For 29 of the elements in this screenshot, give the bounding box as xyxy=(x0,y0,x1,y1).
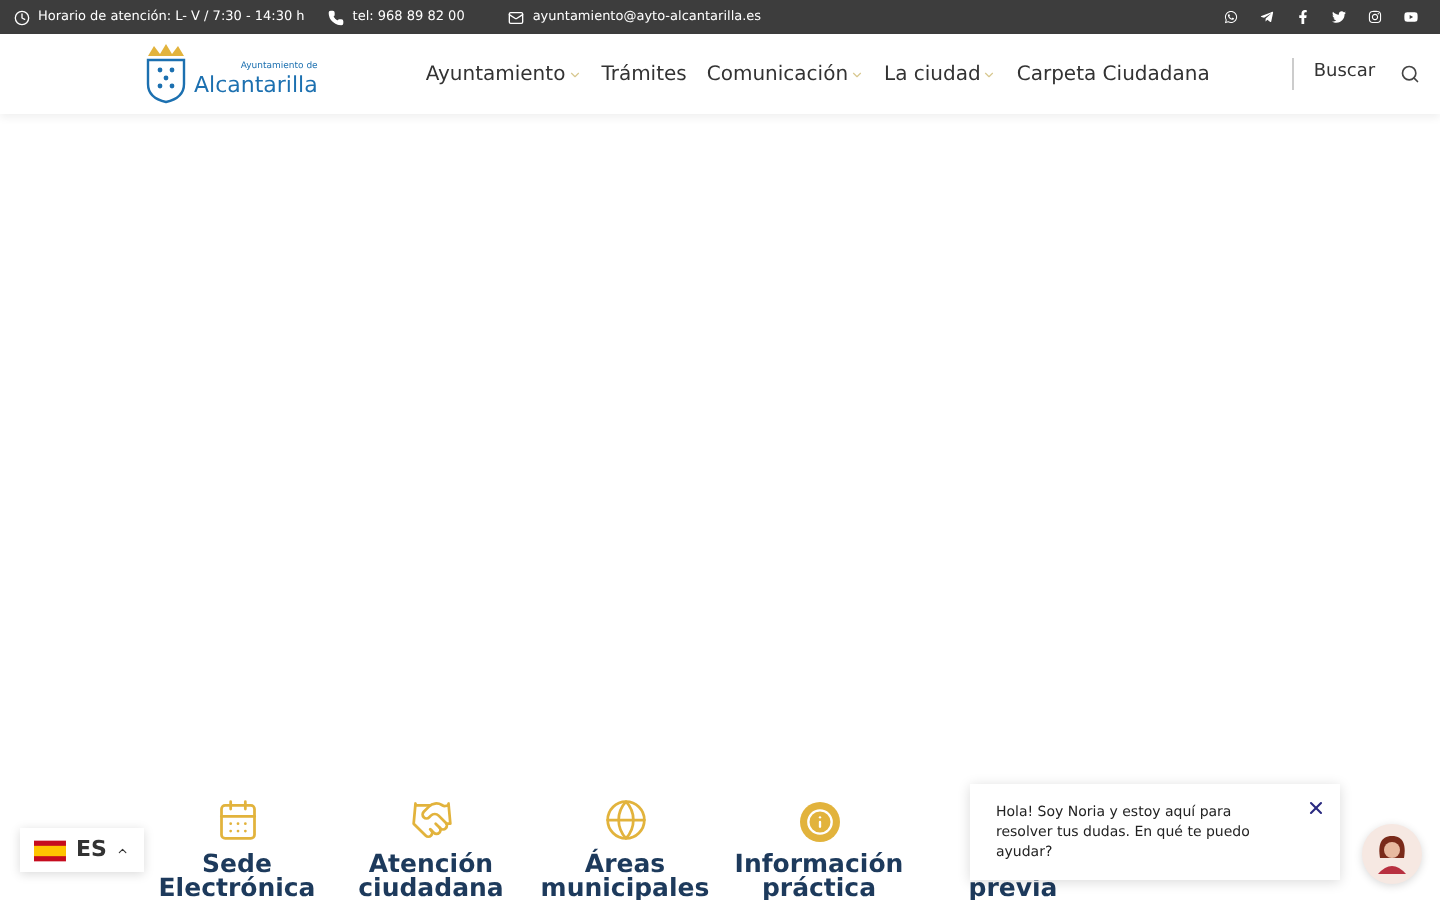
mail-icon xyxy=(508,9,525,25)
nav-link[interactable]: Trámites xyxy=(601,59,687,89)
nav-link[interactable]: Comunicación xyxy=(706,59,849,89)
search-label[interactable]: Buscar xyxy=(1313,60,1376,88)
crest-icon xyxy=(144,44,188,104)
calendar-icon xyxy=(215,798,259,842)
instagram-icon[interactable] xyxy=(1368,10,1382,24)
info-icon xyxy=(799,802,839,842)
twitter-icon[interactable] xyxy=(1332,10,1346,24)
globe-icon xyxy=(603,798,647,842)
facebook-icon[interactable] xyxy=(1296,10,1310,24)
youtube-icon[interactable] xyxy=(1404,10,1418,24)
language-selector[interactable]: ES xyxy=(20,828,144,872)
nav-link[interactable]: Carpeta Ciudadana xyxy=(1016,59,1210,89)
telegram-icon[interactable] xyxy=(1260,10,1274,24)
chat-avatar[interactable] xyxy=(1362,824,1422,884)
whatsapp-icon[interactable] xyxy=(1224,10,1238,24)
logo-title: Alcantarilla xyxy=(194,73,318,96)
nav-link[interactable]: Ayuntamiento xyxy=(425,59,566,89)
nav-link[interactable]: La ciudad xyxy=(884,59,981,89)
quick-link[interactable]: Atención ciudadana xyxy=(358,852,504,900)
clock-icon xyxy=(14,9,30,25)
phone-icon xyxy=(328,9,345,25)
search-icon[interactable] xyxy=(1399,64,1420,84)
chevron-up-icon xyxy=(116,843,130,857)
quick-link[interactable]: Sede Electrónica xyxy=(158,852,316,900)
handshake-icon xyxy=(409,798,453,842)
close-button[interactable] xyxy=(1306,798,1326,818)
spain-flag-icon xyxy=(34,839,66,861)
